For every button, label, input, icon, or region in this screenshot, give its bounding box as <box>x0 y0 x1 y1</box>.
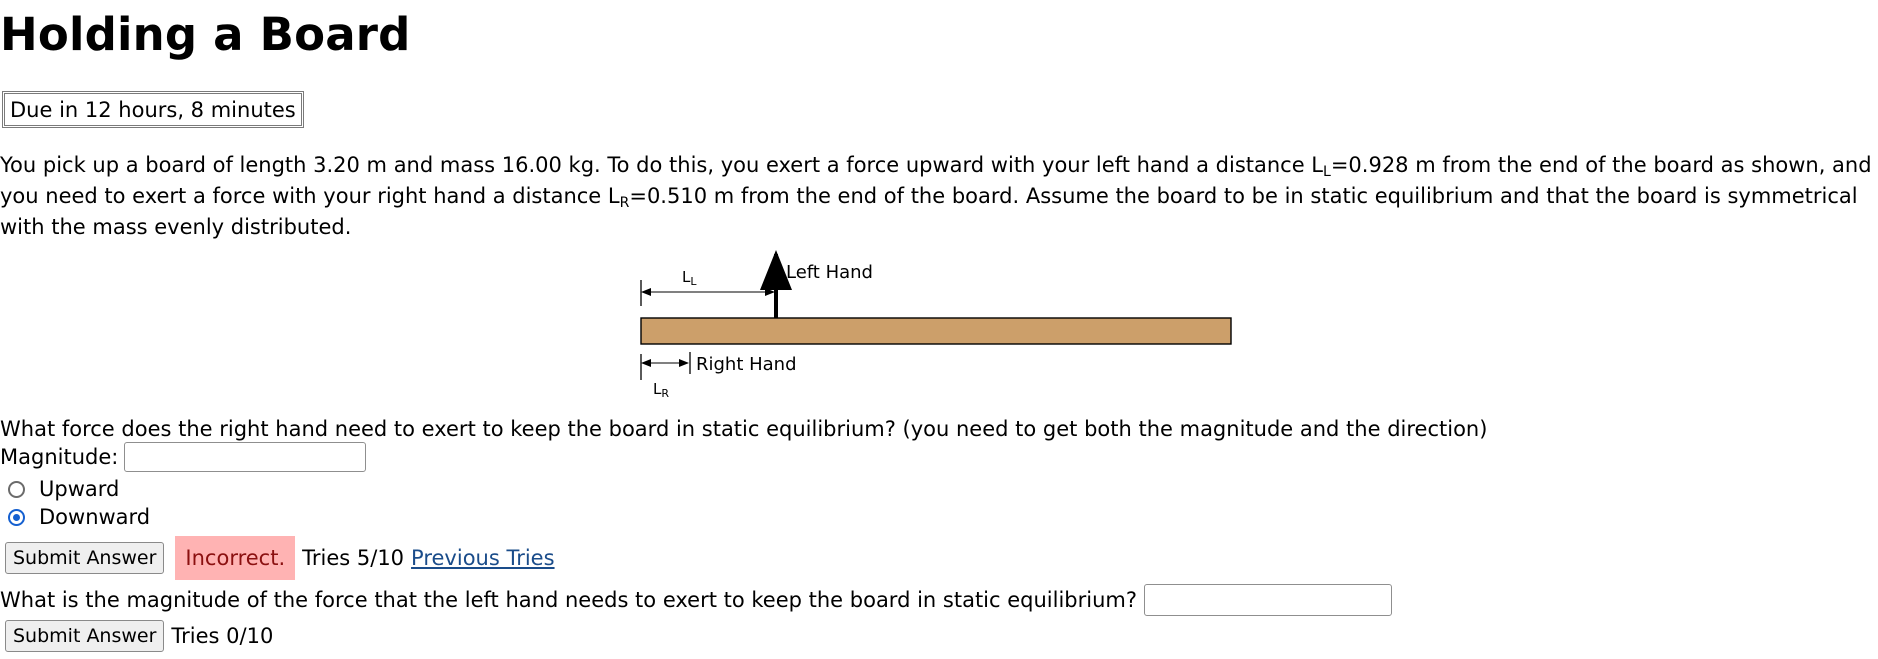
option-upward[interactable]: Upward <box>8 476 119 502</box>
magnitude-row: Magnitude: <box>0 442 367 472</box>
page-title: Holding a Board <box>0 8 411 61</box>
board <box>640 317 1232 345</box>
due-badge: Due in 12 hours, 8 minutes <box>2 91 304 128</box>
tries-count-2: Tries 0/10 <box>171 624 274 648</box>
board-diagram: LL Left Hand Right Hand LR <box>640 250 1232 400</box>
question-1-actions: Submit Answer Incorrect. Tries 5/10 Prev… <box>5 536 555 580</box>
problem-text-1: You pick up a board of length 3.20 m and… <box>0 153 1324 177</box>
downward-radio[interactable] <box>8 508 25 526</box>
subscript-l: L <box>1323 164 1331 180</box>
magnitude-label: Magnitude: <box>0 445 119 469</box>
lr-label: LR <box>653 380 669 400</box>
submit-answer-button-2[interactable]: Submit Answer <box>5 620 165 652</box>
subscript-r: R <box>619 195 630 211</box>
status-incorrect: Incorrect. <box>175 536 296 580</box>
right-hand-label: Right Hand <box>696 354 797 375</box>
problem-statement: You pick up a board of length 3.20 m and… <box>0 150 1872 243</box>
tries-count-1: Tries 5/10 <box>302 546 405 570</box>
question-1-text: What force does the right hand need to e… <box>0 417 1488 441</box>
submit-answer-button-1[interactable]: Submit Answer <box>5 542 165 574</box>
problem-page: Holding a Board Due in 12 hours, 8 minut… <box>0 0 1878 659</box>
upward-label: Upward <box>39 477 120 501</box>
question-2-text: What is the magnitude of the force that … <box>0 588 1138 612</box>
left-hand-force-input[interactable] <box>1144 584 1393 616</box>
upward-radio[interactable] <box>8 480 25 498</box>
left-hand-label: Left Hand <box>786 262 873 283</box>
magnitude-input[interactable] <box>124 442 367 472</box>
ll-label: LL <box>682 268 697 288</box>
downward-label: Downward <box>39 505 151 529</box>
question-2-row: What is the magnitude of the force that … <box>0 584 1393 616</box>
option-downward[interactable]: Downward <box>8 504 150 530</box>
question-2-actions: Submit Answer Tries 0/10 <box>5 620 273 652</box>
previous-tries-link[interactable]: Previous Tries <box>411 546 555 570</box>
